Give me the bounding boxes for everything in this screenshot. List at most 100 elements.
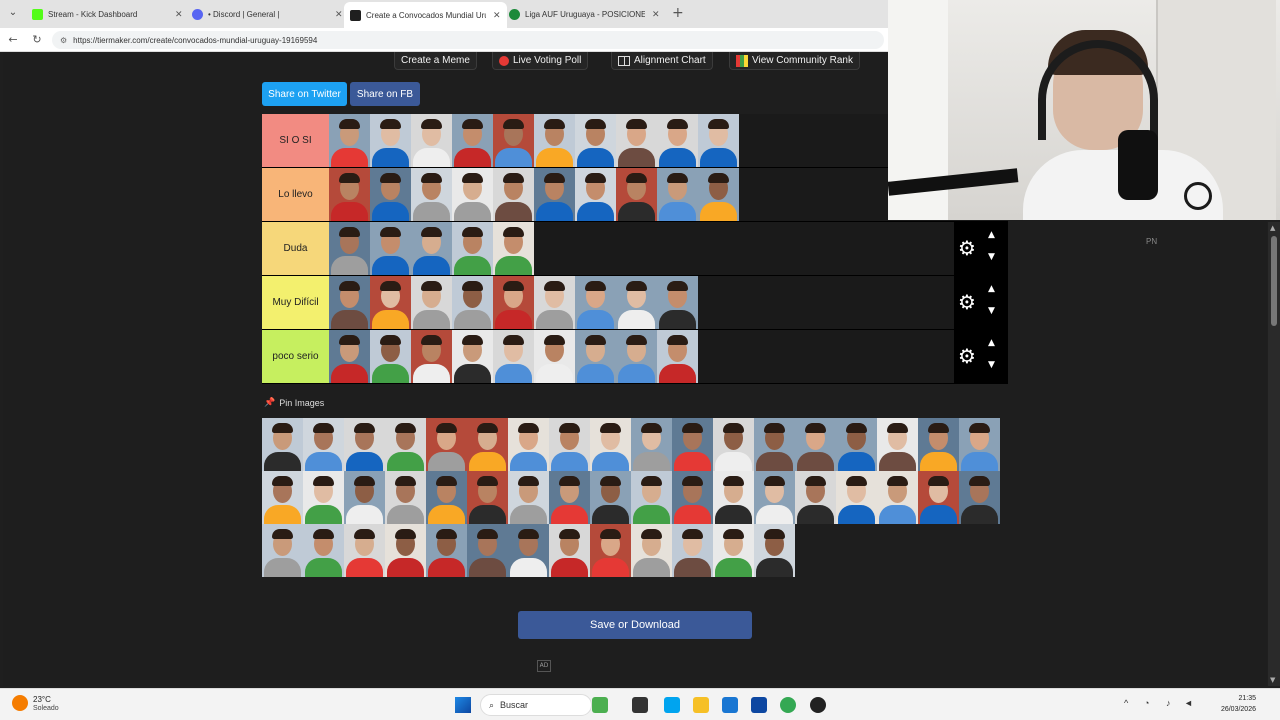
player-photo[interactable]: [590, 418, 631, 471]
player-photo[interactable]: [344, 471, 385, 524]
player-photo[interactable]: [616, 114, 657, 167]
widgets-icon[interactable]: [592, 697, 608, 713]
share-facebook-button[interactable]: Share on FB: [350, 82, 420, 106]
player-photo[interactable]: [575, 114, 616, 167]
player-photo[interactable]: [426, 524, 467, 577]
wifi-icon[interactable]: ◔: [1144, 698, 1149, 708]
player-photo[interactable]: [411, 276, 452, 329]
store-icon[interactable]: [664, 697, 680, 713]
gear-icon[interactable]: ⚙: [958, 345, 976, 367]
player-photo[interactable]: [672, 524, 713, 577]
volume-icon[interactable]: ◄: [1184, 698, 1193, 708]
player-photo[interactable]: [754, 418, 795, 471]
microphone-tray-icon[interactable]: ♪: [1166, 698, 1171, 708]
player-photo[interactable]: [426, 471, 467, 524]
close-icon[interactable]: ✕: [652, 9, 660, 20]
live-voting-button[interactable]: Live Voting Poll: [492, 52, 589, 70]
player-photo[interactable]: [329, 222, 370, 275]
player-photo[interactable]: [534, 330, 575, 383]
chevron-up-icon[interactable]: ▲: [988, 230, 995, 240]
player-photo[interactable]: [452, 330, 493, 383]
pin-images-toggle[interactable]: 📌 Pin Images: [264, 397, 324, 408]
player-photo[interactable]: [657, 114, 698, 167]
chevron-up-icon[interactable]: ▲: [988, 284, 995, 294]
reload-icon[interactable]: ↻: [30, 33, 44, 46]
alignment-chart-button[interactable]: Alignment Chart: [611, 52, 713, 70]
player-photo[interactable]: [534, 168, 575, 221]
player-photo[interactable]: [549, 524, 590, 577]
browser-tab-auf[interactable]: Liga AUF Uruguaya - POSICIONES ✕: [503, 4, 666, 24]
player-photo[interactable]: [303, 471, 344, 524]
player-photo[interactable]: [877, 418, 918, 471]
player-photo[interactable]: [411, 168, 452, 221]
player-photo[interactable]: [713, 471, 754, 524]
player-photo[interactable]: [616, 330, 657, 383]
player-photo[interactable]: [493, 168, 534, 221]
tier-label[interactable]: Lo llevo: [262, 168, 329, 221]
player-photo[interactable]: [549, 471, 590, 524]
player-photo[interactable]: [877, 471, 918, 524]
chrome-icon[interactable]: [780, 697, 796, 713]
player-photo[interactable]: [575, 168, 616, 221]
player-photo[interactable]: [959, 471, 1000, 524]
player-photo[interactable]: [575, 276, 616, 329]
file-explorer-icon[interactable]: [693, 697, 709, 713]
scrollbar-thumb[interactable]: [1271, 236, 1277, 326]
tier-label[interactable]: Duda: [262, 222, 329, 275]
site-info-icon[interactable]: ⚙: [60, 36, 67, 45]
chevron-down-icon[interactable]: ▼: [988, 360, 995, 370]
player-photo[interactable]: [698, 168, 739, 221]
close-icon[interactable]: ✕: [175, 9, 183, 20]
player-photo[interactable]: [329, 276, 370, 329]
page-scrollbar[interactable]: ▲ ▼: [1268, 222, 1280, 686]
player-photo[interactable]: [262, 524, 303, 577]
player-photo[interactable]: [452, 114, 493, 167]
scroll-down-icon[interactable]: ▼: [1270, 676, 1275, 684]
player-photo[interactable]: [616, 276, 657, 329]
player-photo[interactable]: [575, 330, 616, 383]
edge-icon[interactable]: [722, 697, 738, 713]
player-photo[interactable]: [754, 471, 795, 524]
player-photo[interactable]: [262, 418, 303, 471]
player-photo[interactable]: [534, 276, 575, 329]
player-photo[interactable]: [452, 222, 493, 275]
weather-sun-icon[interactable]: [12, 695, 28, 711]
chevron-up-icon[interactable]: ^: [1124, 698, 1128, 708]
player-photo[interactable]: [631, 418, 672, 471]
player-photo[interactable]: [370, 168, 411, 221]
player-photo[interactable]: [303, 418, 344, 471]
task-view-icon[interactable]: [632, 697, 648, 713]
player-photo[interactable]: [918, 471, 959, 524]
player-photo[interactable]: [508, 471, 549, 524]
new-tab-button[interactable]: +: [672, 5, 684, 21]
player-photo[interactable]: [329, 168, 370, 221]
player-photo[interactable]: [370, 114, 411, 167]
player-photo[interactable]: [836, 471, 877, 524]
player-photo[interactable]: [411, 222, 452, 275]
player-photo[interactable]: [385, 418, 426, 471]
player-photo[interactable]: [657, 168, 698, 221]
scroll-up-icon[interactable]: ▲: [1270, 224, 1275, 232]
player-photo[interactable]: [370, 276, 411, 329]
browser-tab-kick[interactable]: Stream - Kick Dashboard ✕: [26, 4, 189, 24]
taskbar-search[interactable]: ⌕ Buscar: [480, 694, 592, 716]
player-photo[interactable]: [698, 114, 739, 167]
player-photo[interactable]: [795, 471, 836, 524]
tier-label[interactable]: SI O SI: [262, 114, 329, 167]
player-photo[interactable]: [713, 524, 754, 577]
tier-label[interactable]: Muy Difícil: [262, 276, 329, 329]
player-photo[interactable]: [918, 418, 959, 471]
player-photo[interactable]: [631, 524, 672, 577]
address-bar[interactable]: ⚙ https://tiermaker.com/create/convocado…: [52, 31, 884, 49]
player-photo[interactable]: [385, 471, 426, 524]
tier-label[interactable]: poco serio: [262, 330, 329, 383]
player-photo[interactable]: [590, 471, 631, 524]
player-photo[interactable]: [590, 524, 631, 577]
player-photo[interactable]: [657, 330, 698, 383]
player-photo[interactable]: [385, 524, 426, 577]
chevron-up-icon[interactable]: ▲: [988, 338, 995, 348]
player-photo[interactable]: [411, 330, 452, 383]
player-photo[interactable]: [508, 524, 549, 577]
chevron-down-icon[interactable]: ▼: [988, 306, 995, 316]
player-photo[interactable]: [493, 330, 534, 383]
